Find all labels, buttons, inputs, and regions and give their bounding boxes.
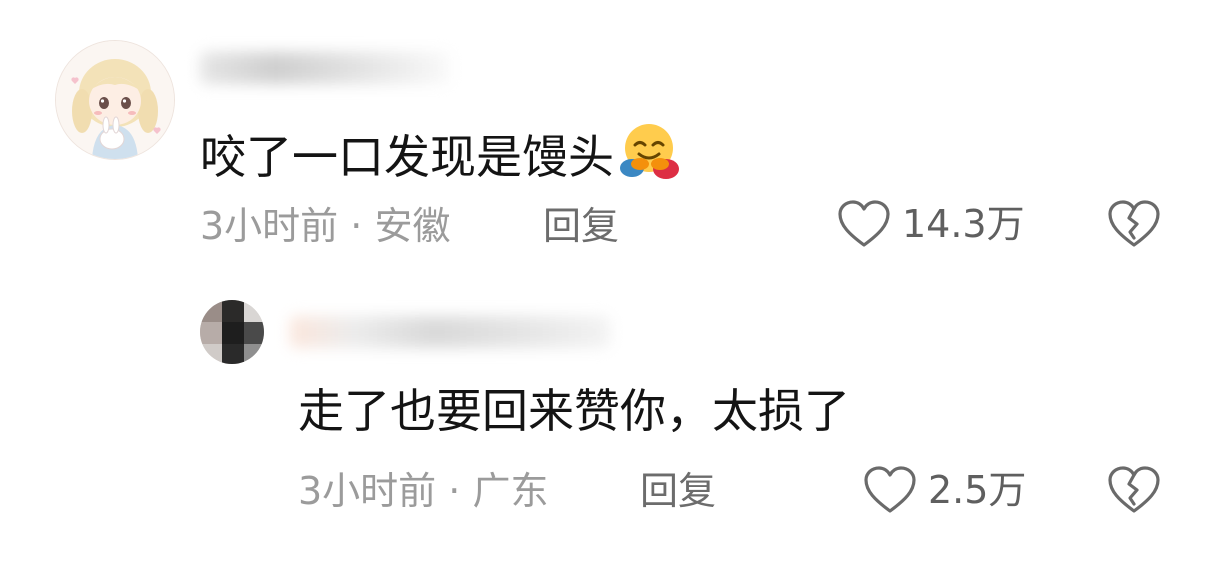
comment-meta: 3小时前 · 安徽 — [200, 207, 450, 245]
dislike-button[interactable] — [1106, 198, 1162, 254]
reply-comment-meta: 3小时前 · 广东 — [298, 472, 548, 510]
reply-comment-text: 走了也要回来赞你，太损了 — [298, 384, 850, 438]
reply-user-avatar[interactable] — [200, 300, 264, 364]
reply-button[interactable]: 回复 — [543, 207, 619, 245]
meta-separator: · — [448, 469, 461, 513]
comment-text: 咬了一口发现是馒头 — [200, 121, 680, 190]
like-button[interactable]: 2.5万 — [862, 464, 1026, 516]
reply-button[interactable]: 回复 — [640, 472, 716, 510]
pixelated-avatar-image — [200, 300, 264, 364]
like-count: 2.5万 — [928, 468, 1027, 512]
hugging-face-emoji-icon — [618, 121, 680, 190]
comment-time: 3小时前 — [200, 204, 339, 248]
reply-comment-location: 广东 — [472, 469, 549, 513]
comment-body: 咬了一口发现是馒头 — [200, 130, 614, 184]
meta-separator: · — [350, 204, 363, 248]
anime-girl-avatar-image — [56, 41, 174, 159]
reply-comment-time: 3小时前 — [298, 469, 437, 513]
username-blurred[interactable] — [200, 52, 450, 84]
heart-outline-icon — [864, 466, 916, 513]
dislike-button[interactable] — [1106, 464, 1162, 520]
like-button[interactable]: 14.3万 — [836, 198, 1025, 250]
user-avatar[interactable] — [55, 40, 175, 160]
comment-location: 安徽 — [374, 204, 451, 248]
heart-outline-icon — [838, 200, 890, 247]
broken-heart-icon — [1108, 200, 1160, 247]
broken-heart-icon — [1108, 466, 1160, 513]
reply-username-blurred[interactable] — [290, 316, 610, 348]
like-count: 14.3万 — [902, 202, 1025, 246]
